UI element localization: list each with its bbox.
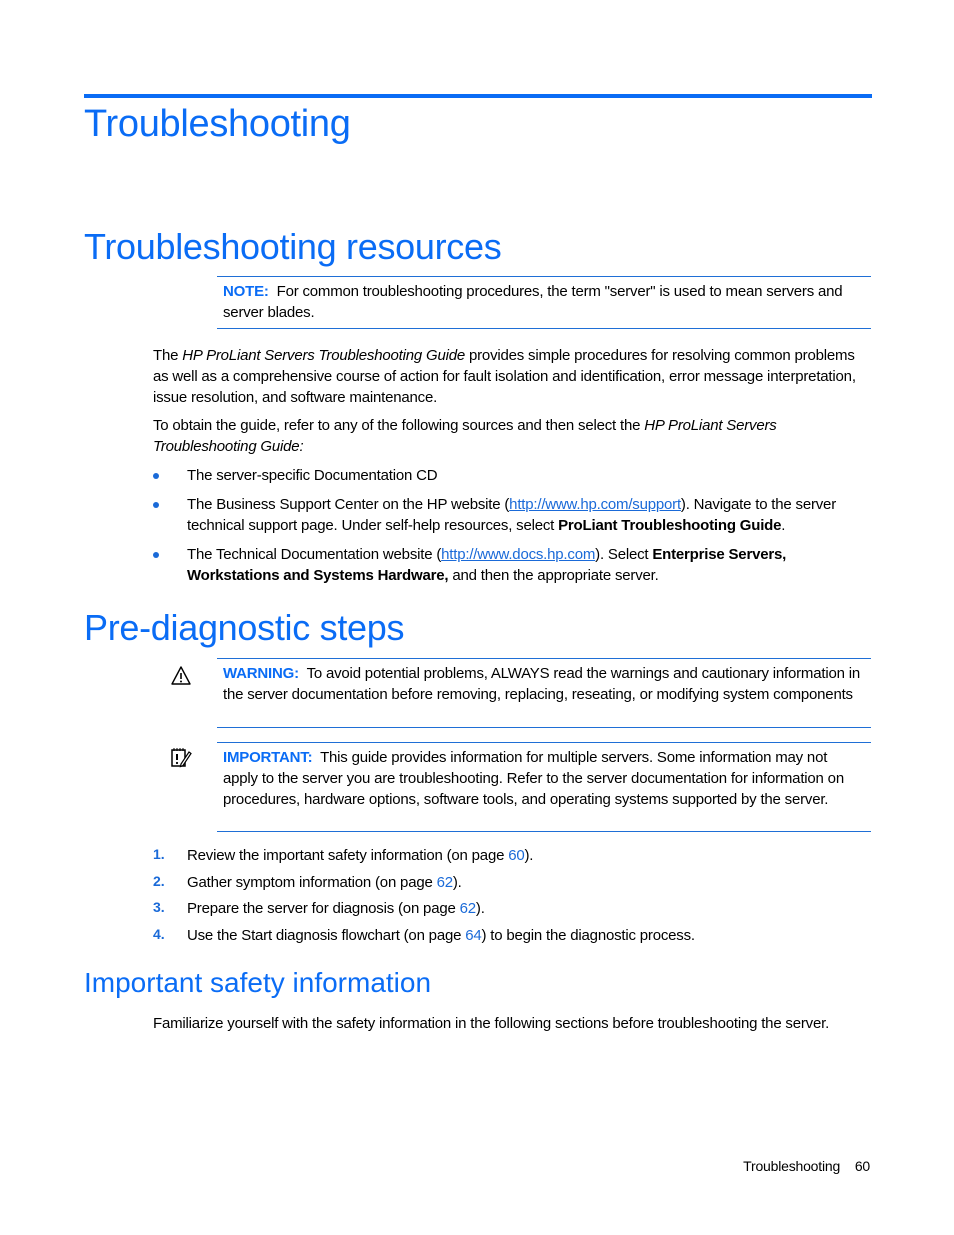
warning-triangle-icon (171, 666, 191, 685)
page-ref-link[interactable]: 64 (465, 927, 482, 944)
bullet-text: The server-specific Documentation CD (187, 467, 438, 484)
bullet-text: and then the appropriate server. (448, 567, 659, 584)
guide-title: HP ProLiant Servers Troubleshooting Guid… (182, 347, 466, 364)
hp-docs-link[interactable]: http://www.docs.hp.com (441, 546, 595, 563)
bullet-icon (153, 502, 159, 508)
title-rule (84, 94, 872, 98)
step-text: ) to begin the diagnostic process. (481, 927, 696, 944)
page-footer: Troubleshooting 60 (743, 1158, 870, 1174)
resources-paragraph-2: To obtain the guide, refer to any of the… (153, 415, 833, 457)
safety-paragraph: Familiarize yourself with the safety inf… (153, 1015, 830, 1032)
note-text: For common troubleshooting procedures, t… (223, 283, 843, 321)
step-item: Review the important safety information … (187, 845, 533, 866)
warning-box: WARNING: To avoid potential problems, AL… (217, 658, 871, 728)
step-number: 3. (153, 899, 165, 915)
bullet-text: . (781, 517, 786, 534)
page-ref-link[interactable]: 60 (508, 847, 525, 864)
list-item: The server-specific Documentation CD (187, 465, 873, 486)
page-ref-link[interactable]: 62 (460, 900, 477, 917)
section-heading-safety: Important safety information (84, 967, 432, 998)
step-text: Gather symptom information (on page (187, 874, 437, 891)
note-box: NOTE: For common troubleshooting procedu… (217, 276, 871, 329)
page-ref-link[interactable]: 62 (437, 874, 454, 891)
important-box: IMPORTANT: This guide provides informati… (217, 742, 871, 832)
step-number: 1. (153, 846, 165, 862)
page-title: Troubleshooting (84, 103, 351, 145)
step-number: 2. (153, 873, 165, 889)
step-text: ). (524, 847, 534, 864)
bullet-text: The Business Support Center on the HP we… (187, 496, 510, 513)
bullet-icon (153, 552, 159, 558)
important-label: IMPORTANT: (223, 749, 313, 766)
hp-support-link[interactable]: http://www.hp.com/support (509, 496, 681, 513)
warning-text: To avoid potential problems, ALWAYS read… (223, 665, 860, 703)
bold-option: ProLiant Troubleshooting Guide (558, 517, 782, 534)
list-item: The Business Support Center on the HP we… (187, 494, 873, 536)
list-item: The Technical Documentation website (htt… (187, 544, 873, 586)
warning-label: WARNING: (223, 665, 299, 682)
step-text: Use the Start diagnosis flowchart (on pa… (187, 927, 466, 944)
para1-pre: The (153, 347, 183, 364)
notepad-pencil-icon (171, 748, 192, 768)
footer-section: Troubleshooting (743, 1158, 841, 1174)
note-label: NOTE: (223, 283, 269, 300)
section-heading-prediagnostic: Pre-diagnostic steps (84, 607, 405, 648)
step-item: Gather symptom information (on page 62). (187, 872, 462, 893)
section-heading-resources: Troubleshooting resources (84, 226, 502, 267)
step-text: Review the important safety information … (187, 847, 509, 864)
bullet-text: ). Select (595, 546, 653, 563)
footer-page-number: 60 (854, 1158, 870, 1174)
step-number: 4. (153, 926, 165, 942)
step-text: ). (452, 874, 462, 891)
step-item: Use the Start diagnosis flowchart (on pa… (187, 925, 695, 946)
para2-pre: To obtain the guide, refer to any of the… (153, 417, 645, 434)
bullet-icon (153, 473, 159, 479)
bullet-text: The Technical Documentation website ( (187, 546, 442, 563)
important-text: This guide provides information for mult… (223, 749, 844, 808)
resources-paragraph-1: The HP ProLiant Servers Troubleshooting … (153, 345, 873, 408)
step-text: ). (475, 900, 485, 917)
step-item: Prepare the server for diagnosis (on pag… (187, 898, 485, 919)
step-text: Prepare the server for diagnosis (on pag… (187, 900, 460, 917)
